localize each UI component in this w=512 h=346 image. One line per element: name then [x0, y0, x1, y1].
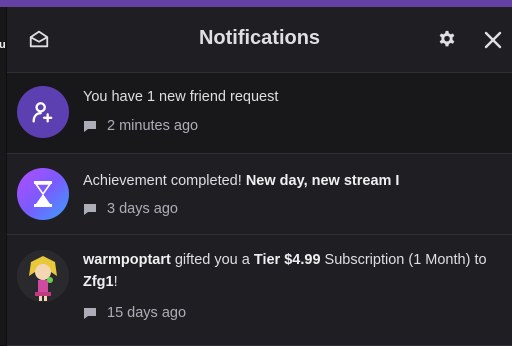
- panel-header: Notifications: [7, 7, 512, 73]
- sub-tier: Tier $4.99: [253, 252, 321, 268]
- notification-text: You have 1 new friend request: [83, 89, 279, 105]
- notification-item-achievement[interactable]: Achievement completed! New day, new stre…: [7, 154, 512, 235]
- achievement-name: New day, new stream I: [245, 173, 400, 189]
- channel-name: Zfg1: [83, 274, 114, 290]
- gifter-username: warmpoptart: [83, 252, 171, 268]
- notification-meta: 15 days ago: [83, 305, 186, 321]
- chat-bubble-icon: [83, 202, 97, 216]
- notification-item-gift-sub[interactable]: warmpoptart gifted you a Tier $4.99 Subs…: [7, 235, 512, 346]
- notification-text-prefix: Achievement completed!: [83, 173, 246, 189]
- notification-time: 3 days ago: [107, 201, 178, 217]
- hourglass-icon: [17, 168, 69, 220]
- notification-list: You have 1 new friend request 2 minutes …: [7, 73, 512, 346]
- notification-meta: 3 days ago: [83, 201, 178, 217]
- add-friend-icon: [17, 86, 69, 138]
- notification-text: warmpoptart gifted you a Tier $4.99 Subs…: [83, 249, 496, 293]
- settings-gear-icon[interactable]: [434, 27, 460, 53]
- close-icon[interactable]: [480, 27, 506, 53]
- chat-bubble-icon: [83, 119, 97, 133]
- top-accent-bar: [0, 0, 512, 7]
- notification-text-part: Subscription (1 Month) to: [320, 252, 487, 268]
- notification-text-part: !: [113, 274, 118, 290]
- notification-text: Achievement completed! New day, new stre…: [83, 170, 496, 192]
- notification-time: 2 minutes ago: [107, 118, 199, 134]
- notification-time: 15 days ago: [107, 305, 187, 321]
- background-page-edge: u: [0, 7, 7, 345]
- notification-meta: 2 minutes ago: [83, 118, 198, 134]
- notification-item-friend-request[interactable]: You have 1 new friend request 2 minutes …: [7, 73, 512, 154]
- background-text-fragment: u: [0, 39, 6, 51]
- notification-text-part: gifted you a: [170, 252, 254, 268]
- chat-bubble-icon: [83, 306, 97, 320]
- notifications-panel: Notifications You have 1 new friend requ…: [7, 7, 512, 346]
- user-avatar: [17, 250, 69, 302]
